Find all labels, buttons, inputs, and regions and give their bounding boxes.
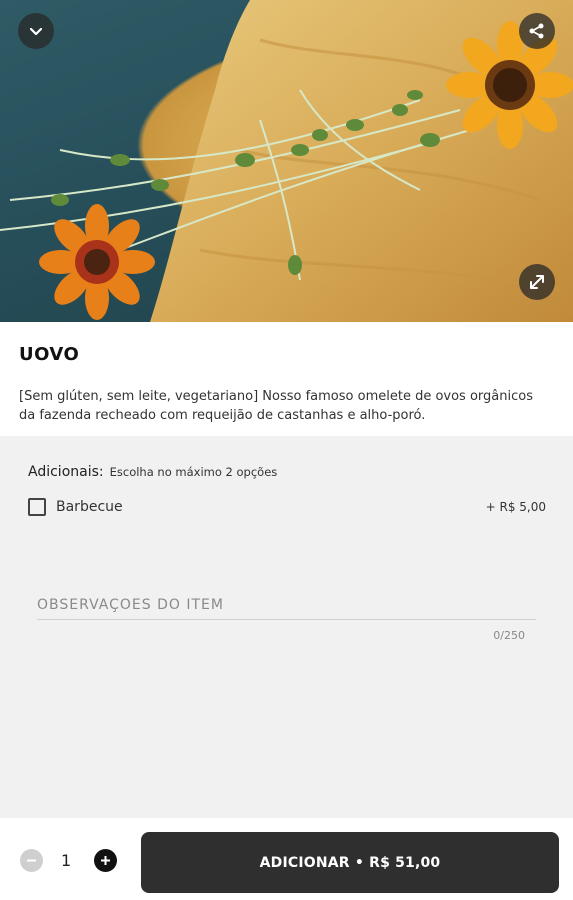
notes-char-counter: 0/250 [493, 629, 525, 642]
increase-quantity-button[interactable] [94, 849, 117, 872]
add-to-cart-button[interactable]: ADICIONAR • R$ 51,00 [141, 832, 559, 893]
product-description: [Sem glúten, sem leite, vegetariano] Nos… [19, 389, 533, 423]
share-button[interactable] [519, 13, 555, 49]
product-image [0, 0, 573, 322]
collapse-button[interactable] [18, 13, 54, 49]
expand-icon [530, 275, 544, 289]
item-notes-input[interactable] [37, 590, 536, 620]
barbecue-checkbox[interactable] [28, 498, 46, 516]
options-panel: Adicionais: Escolha no máximo 2 opções Ba… [0, 436, 573, 818]
plus-icon [101, 856, 110, 865]
extras-header: Adicionais: Escolha no máximo 2 opções [28, 464, 277, 480]
extras-label: Adicionais: [28, 464, 104, 480]
decrease-quantity-button[interactable] [20, 849, 43, 872]
extra-option-label: Barbecue [56, 499, 123, 515]
extra-option-barbecue[interactable]: Barbecue + R$ 5,00 [28, 497, 546, 517]
chevron-down-icon [29, 27, 43, 36]
quantity-value: 1 [61, 851, 72, 870]
omelette-illustration [0, 0, 573, 322]
extra-option-price: + R$ 5,00 [485, 500, 546, 514]
share-icon [529, 23, 544, 39]
minus-icon [27, 859, 36, 862]
footer-bar: 1 ADICIONAR • R$ 51,00 [0, 818, 573, 900]
extras-hint: Escolha no máximo 2 opções [109, 465, 278, 479]
expand-image-button[interactable] [519, 264, 555, 300]
product-title: UOVO [19, 344, 80, 365]
